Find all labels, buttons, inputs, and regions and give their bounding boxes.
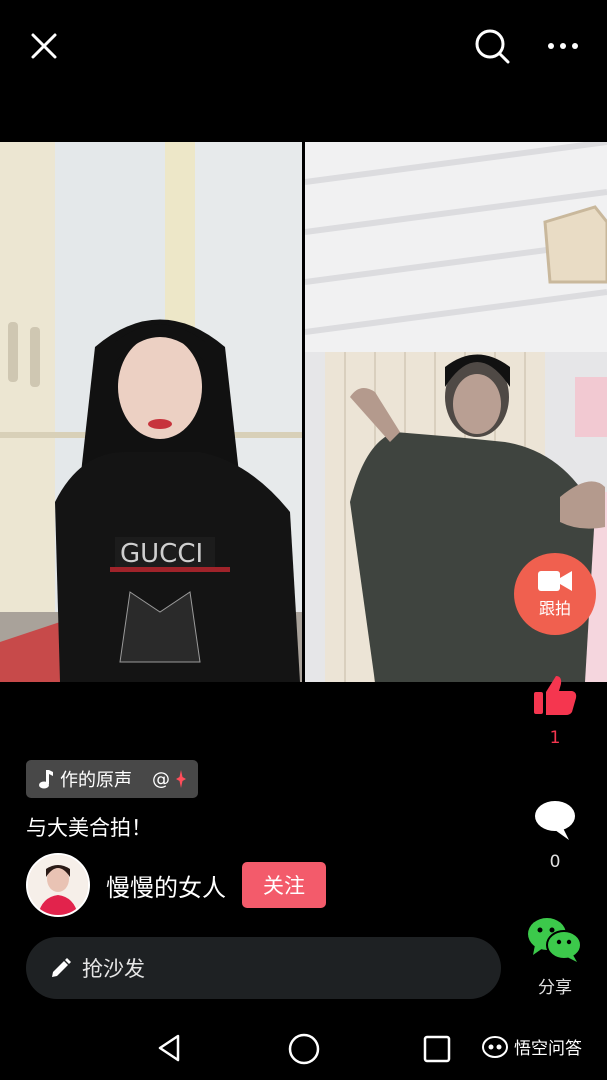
sparkle-icon [176,770,186,788]
like-button[interactable]: 1 [520,672,590,748]
share-label: 分享 [538,978,572,998]
pencil-icon [52,958,71,977]
follow-shoot-button[interactable]: 跟拍 [514,553,596,635]
video-camera-icon [538,571,572,591]
music-label: 作的原声 [60,770,132,791]
comment-placeholder: 抢沙发 [82,957,145,981]
home-icon[interactable] [287,1032,321,1066]
thumbs-up-icon [534,676,577,715]
search-icon[interactable] [470,24,514,68]
back-icon[interactable] [154,1032,186,1064]
wechat-icon [528,918,582,962]
svg-text:GUCCI: GUCCI [120,539,203,569]
comment-input[interactable]: 抢沙发 [26,937,501,999]
like-count: 1 [549,728,561,748]
follow-shoot-label: 跟拍 [538,599,571,618]
mention-label: @ [152,768,170,790]
music-note-icon [39,770,53,789]
recent-apps-icon[interactable] [422,1034,452,1064]
close-icon[interactable] [22,24,66,68]
wukong-logo-icon [482,1035,508,1058]
post-caption: 与大美合拍！ [26,816,152,840]
avatar[interactable] [26,853,90,917]
more-icon[interactable] [541,24,585,68]
author-name[interactable]: 慢慢的女人 [106,868,226,903]
top-toolbar [0,0,607,95]
comment-count: 0 [549,852,561,872]
comment-button[interactable]: 0 [520,798,590,872]
watermark-text: 悟空问答 [514,1039,582,1059]
music-tag[interactable]: 作的原声 @ [26,760,198,798]
duet-video-left[interactable]: GUCCI [0,142,302,682]
follow-button[interactable]: 关注 [242,862,326,908]
watermark: 悟空问答 [482,1034,582,1059]
share-button[interactable]: 分享 [520,915,590,998]
comment-icon [535,801,575,840]
author-row: 慢慢的女人 关注 [26,852,326,918]
